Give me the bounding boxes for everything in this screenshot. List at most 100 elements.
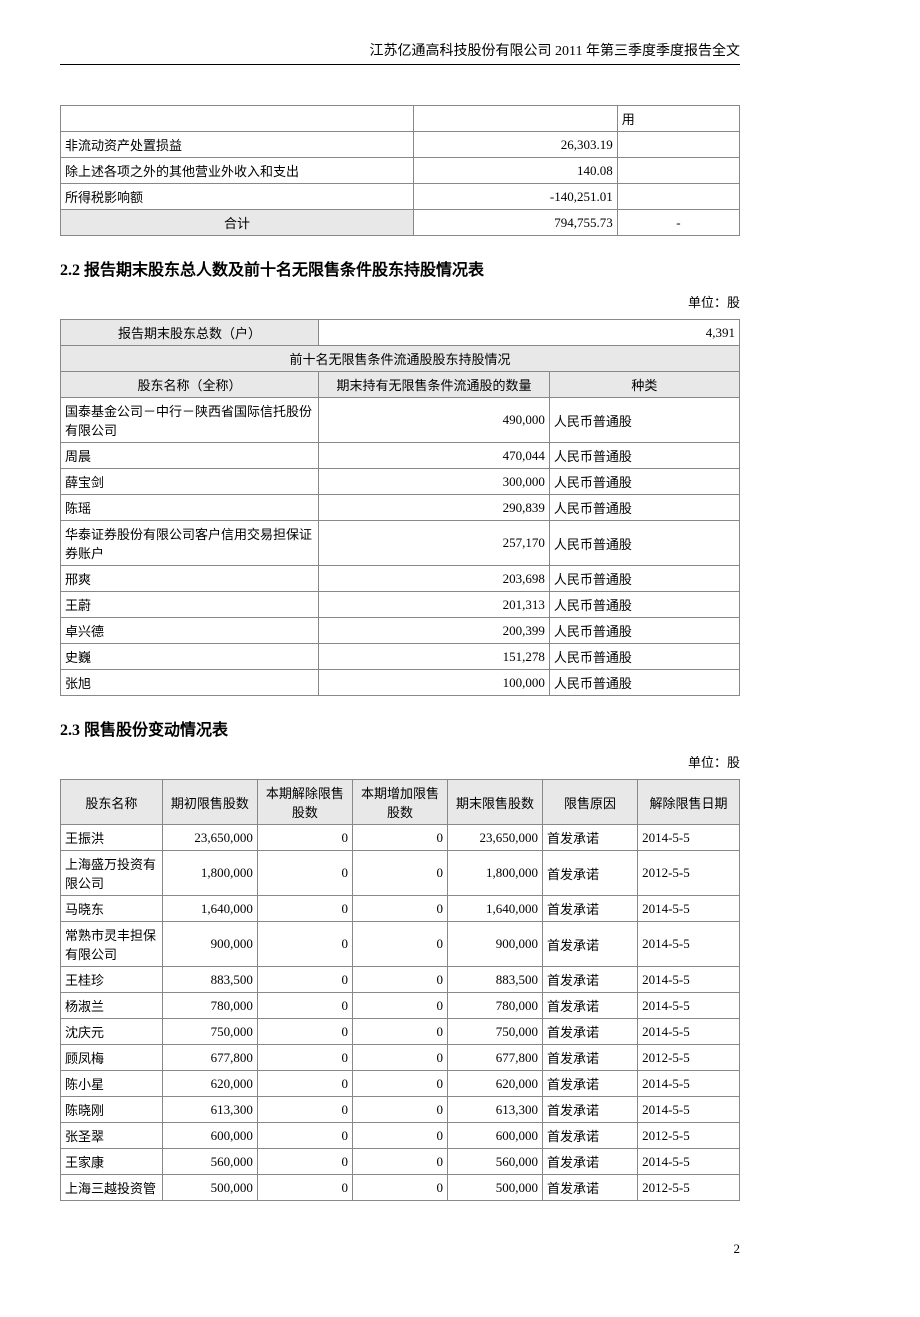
restricted-reason: 首发承诺	[543, 1071, 638, 1097]
table1-head-last: 用	[617, 106, 739, 132]
table-row: 沈庆元750,00000750,000首发承诺2014-5-5	[61, 1019, 740, 1045]
item-amount: -140,251.01	[414, 184, 618, 210]
restricted-init: 900,000	[162, 922, 257, 967]
restricted-reason: 首发承诺	[543, 993, 638, 1019]
restricted-name: 王振洪	[61, 825, 163, 851]
t3-col-added: 本期增加限售股数	[352, 780, 447, 825]
item-label: 所得税影响额	[61, 184, 414, 210]
t3-col-released: 本期解除限售股数	[257, 780, 352, 825]
restricted-added: 0	[352, 993, 447, 1019]
restricted-end: 883,500	[447, 967, 542, 993]
table-row: 除上述各项之外的其他营业外收入和支出140.08	[61, 158, 740, 184]
table-row: 张旭100,000人民币普通股	[61, 670, 740, 696]
restricted-end: 560,000	[447, 1149, 542, 1175]
restricted-name: 张圣翠	[61, 1123, 163, 1149]
restricted-released: 0	[257, 896, 352, 922]
shareholder-type: 人民币普通股	[549, 495, 739, 521]
item-note	[617, 132, 739, 158]
table-row: 国泰基金公司－中行－陕西省国际信托股份有限公司490,000人民币普通股	[61, 398, 740, 443]
restricted-released: 0	[257, 825, 352, 851]
shareholder-shares: 200,399	[319, 618, 550, 644]
restricted-name: 沈庆元	[61, 1019, 163, 1045]
shareholder-name: 卓兴德	[61, 618, 319, 644]
restricted-end: 750,000	[447, 1019, 542, 1045]
shareholder-shares: 257,170	[319, 521, 550, 566]
restricted-name: 上海三越投资管	[61, 1175, 163, 1201]
shareholder-type: 人民币普通股	[549, 398, 739, 443]
restricted-date: 2014-5-5	[638, 1019, 740, 1045]
shareholder-type: 人民币普通股	[549, 469, 739, 495]
table-row: 上海三越投资管500,00000500,000首发承诺2012-5-5	[61, 1175, 740, 1201]
table-row: 常熟市灵丰担保有限公司900,00000900,000首发承诺2014-5-5	[61, 922, 740, 967]
restricted-init: 780,000	[162, 993, 257, 1019]
restricted-end: 1,640,000	[447, 896, 542, 922]
table-row: 王振洪23,650,0000023,650,000首发承诺2014-5-5	[61, 825, 740, 851]
restricted-name: 陈小星	[61, 1071, 163, 1097]
table-row: 陈瑶290,839人民币普通股	[61, 495, 740, 521]
restricted-name: 陈晓刚	[61, 1097, 163, 1123]
restricted-added: 0	[352, 1175, 447, 1201]
shareholder-type: 人民币普通股	[549, 618, 739, 644]
restricted-added: 0	[352, 1019, 447, 1045]
item-label: 非流动资产处置损益	[61, 132, 414, 158]
restricted-reason: 首发承诺	[543, 1097, 638, 1123]
item-note	[617, 158, 739, 184]
restricted-init: 883,500	[162, 967, 257, 993]
item-label: 除上述各项之外的其他营业外收入和支出	[61, 158, 414, 184]
restricted-added: 0	[352, 967, 447, 993]
table-nonoperating-items: 用 非流动资产处置损益26,303.19除上述各项之外的其他营业外收入和支出14…	[60, 105, 740, 236]
restricted-end: 1,800,000	[447, 851, 542, 896]
restricted-released: 0	[257, 1045, 352, 1071]
shareholder-name: 王蔚	[61, 592, 319, 618]
restricted-name: 王桂珍	[61, 967, 163, 993]
restricted-added: 0	[352, 896, 447, 922]
restricted-date: 2014-5-5	[638, 967, 740, 993]
restricted-name: 常熟市灵丰担保有限公司	[61, 922, 163, 967]
restricted-init: 750,000	[162, 1019, 257, 1045]
table-shareholders: 报告期末股东总数（户） 4,391 前十名无限售条件流通股股东持股情况 股东名称…	[60, 319, 740, 696]
restricted-reason: 首发承诺	[543, 1175, 638, 1201]
page-number: 2	[60, 1241, 740, 1257]
restricted-released: 0	[257, 1175, 352, 1201]
table1-head-blank	[61, 106, 414, 132]
shareholder-type: 人民币普通股	[549, 592, 739, 618]
section-2-3-unit: 单位：股	[60, 752, 740, 771]
restricted-init: 613,300	[162, 1097, 257, 1123]
restricted-released: 0	[257, 1123, 352, 1149]
t3-col-init: 期初限售股数	[162, 780, 257, 825]
shareholder-name: 邢爽	[61, 566, 319, 592]
shareholders-col-shares: 期末持有无限售条件流通股的数量	[319, 372, 550, 398]
restricted-reason: 首发承诺	[543, 896, 638, 922]
table-row: 华泰证券股份有限公司客户信用交易担保证券账户257,170人民币普通股	[61, 521, 740, 566]
restricted-init: 23,650,000	[162, 825, 257, 851]
restricted-date: 2014-5-5	[638, 922, 740, 967]
restricted-added: 0	[352, 1045, 447, 1071]
table-row: 张圣翠600,00000600,000首发承诺2012-5-5	[61, 1123, 740, 1149]
restricted-end: 620,000	[447, 1071, 542, 1097]
restricted-reason: 首发承诺	[543, 1149, 638, 1175]
table1-total-note: -	[617, 210, 739, 236]
shareholder-name: 张旭	[61, 670, 319, 696]
restricted-end: 677,800	[447, 1045, 542, 1071]
restricted-name: 王家康	[61, 1149, 163, 1175]
restricted-reason: 首发承诺	[543, 922, 638, 967]
shareholder-shares: 151,278	[319, 644, 550, 670]
restricted-added: 0	[352, 1123, 447, 1149]
table-row: 所得税影响额-140,251.01	[61, 184, 740, 210]
table-row: 王蔚201,313人民币普通股	[61, 592, 740, 618]
restricted-end: 500,000	[447, 1175, 542, 1201]
shareholder-type: 人民币普通股	[549, 670, 739, 696]
restricted-added: 0	[352, 1149, 447, 1175]
restricted-name: 上海盛万投资有限公司	[61, 851, 163, 896]
table-row: 王家康560,00000560,000首发承诺2014-5-5	[61, 1149, 740, 1175]
shareholder-shares: 100,000	[319, 670, 550, 696]
t3-col-reason: 限售原因	[543, 780, 638, 825]
table-row: 周晨470,044人民币普通股	[61, 443, 740, 469]
restricted-end: 900,000	[447, 922, 542, 967]
section-2-3-title: 2.3 限售股份变动情况表	[60, 716, 740, 740]
restricted-date: 2014-5-5	[638, 993, 740, 1019]
section-2-2-unit: 单位：股	[60, 292, 740, 311]
t3-col-end: 期末限售股数	[447, 780, 542, 825]
table-row: 马晓东1,640,000001,640,000首发承诺2014-5-5	[61, 896, 740, 922]
restricted-name: 顾凤梅	[61, 1045, 163, 1071]
